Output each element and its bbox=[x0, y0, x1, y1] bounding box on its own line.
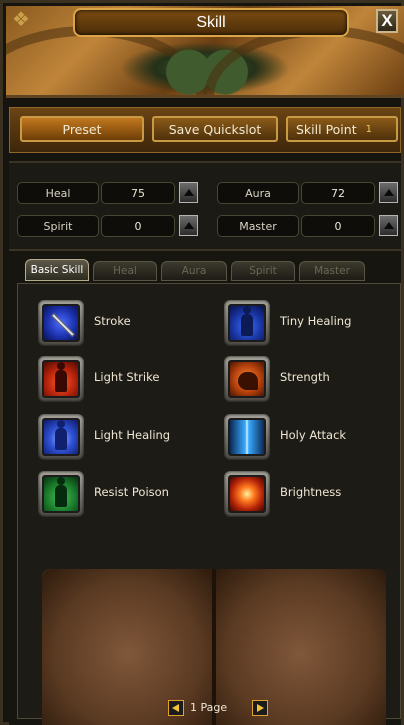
blue-figure-icon[interactable] bbox=[224, 300, 270, 346]
preset-button[interactable]: Preset bbox=[20, 116, 144, 142]
stats-panel: Heal 75 Aura 72 Spirit 0 Master 0 bbox=[9, 161, 401, 251]
skill-item-holy-attack[interactable]: Holy Attack bbox=[224, 414, 384, 460]
header-ornament bbox=[161, 44, 253, 95]
increase-aura-button[interactable] bbox=[379, 182, 398, 203]
skill-name: Stroke bbox=[94, 314, 131, 328]
skill-item-light-strike[interactable]: Light Strike bbox=[38, 356, 198, 402]
skill-window: ❖ Skill X Preset Save Quickslot Skill Po… bbox=[0, 0, 404, 725]
blue-aura-figure-icon[interactable] bbox=[38, 414, 84, 460]
close-button[interactable]: X bbox=[376, 9, 398, 33]
skill-tabs-area: Basic Skill Heal Aura Spirit Master Stro… bbox=[9, 251, 401, 725]
skill-item-resist-poison[interactable]: Resist Poison bbox=[38, 471, 198, 517]
skill-item-tiny-healing[interactable]: Tiny Healing bbox=[224, 300, 384, 346]
tab-spirit[interactable]: Spirit bbox=[231, 261, 295, 281]
skill-name: Light Healing bbox=[94, 428, 171, 442]
skill-item-strength[interactable]: Strength bbox=[224, 356, 384, 402]
increase-spirit-button[interactable] bbox=[179, 215, 198, 236]
action-bar: Preset Save Quickslot Skill Point 1 bbox=[9, 107, 401, 153]
green-figure-icon[interactable] bbox=[38, 471, 84, 517]
window-title: Skill bbox=[196, 13, 226, 31]
skill-list-panel: Stroke Tiny Healing Light Strike Strengt… bbox=[17, 283, 401, 725]
skill-name: Resist Poison bbox=[94, 485, 169, 499]
skill-item-light-healing[interactable]: Light Healing bbox=[38, 414, 198, 460]
tab-heal[interactable]: Heal bbox=[93, 261, 157, 281]
tab-basic-skill[interactable]: Basic Skill bbox=[25, 259, 89, 281]
save-quickslot-label: Save Quickslot bbox=[168, 121, 262, 137]
previous-page-button[interactable] bbox=[168, 700, 184, 716]
skill-point-display: Skill Point 1 bbox=[286, 116, 398, 142]
next-page-button[interactable] bbox=[252, 700, 268, 716]
increase-heal-button[interactable] bbox=[179, 182, 198, 203]
red-figure-icon[interactable] bbox=[38, 356, 84, 402]
flexed-arm-icon[interactable] bbox=[224, 356, 270, 402]
save-quickslot-button[interactable]: Save Quickslot bbox=[152, 116, 278, 142]
sword-icon[interactable] bbox=[38, 300, 84, 346]
stat-label: Heal bbox=[17, 182, 99, 204]
stat-value: 72 bbox=[301, 182, 375, 204]
skill-name: Tiny Healing bbox=[280, 314, 352, 328]
stat-label: Master bbox=[217, 215, 299, 237]
corner-ornament-icon: ❖ bbox=[12, 7, 30, 31]
tab-aura[interactable]: Aura bbox=[161, 261, 227, 281]
pager: 1 Page bbox=[168, 700, 268, 718]
preset-button-label: Preset bbox=[62, 121, 102, 137]
skill-item-brightness[interactable]: Brightness bbox=[224, 471, 384, 517]
skill-name: Holy Attack bbox=[280, 428, 347, 442]
window-title-bar[interactable]: Skill bbox=[73, 8, 349, 37]
tab-master[interactable]: Master bbox=[299, 261, 365, 281]
stat-value: 75 bbox=[101, 182, 175, 204]
skill-name: Brightness bbox=[280, 485, 342, 499]
skill-name: Light Strike bbox=[94, 370, 160, 384]
page-indicator: 1 Page bbox=[190, 701, 228, 714]
skill-point-label: Skill Point bbox=[296, 121, 357, 137]
skill-name: Strength bbox=[280, 370, 330, 384]
skill-item-stroke[interactable]: Stroke bbox=[38, 300, 198, 346]
increase-master-button[interactable] bbox=[379, 215, 398, 236]
stat-label: Aura bbox=[217, 182, 299, 204]
stat-label: Spirit bbox=[17, 215, 99, 237]
burst-icon[interactable] bbox=[224, 471, 270, 517]
light-beam-icon[interactable] bbox=[224, 414, 270, 460]
skill-point-value: 1 bbox=[365, 123, 372, 135]
stat-value: 0 bbox=[301, 215, 375, 237]
stat-value: 0 bbox=[101, 215, 175, 237]
